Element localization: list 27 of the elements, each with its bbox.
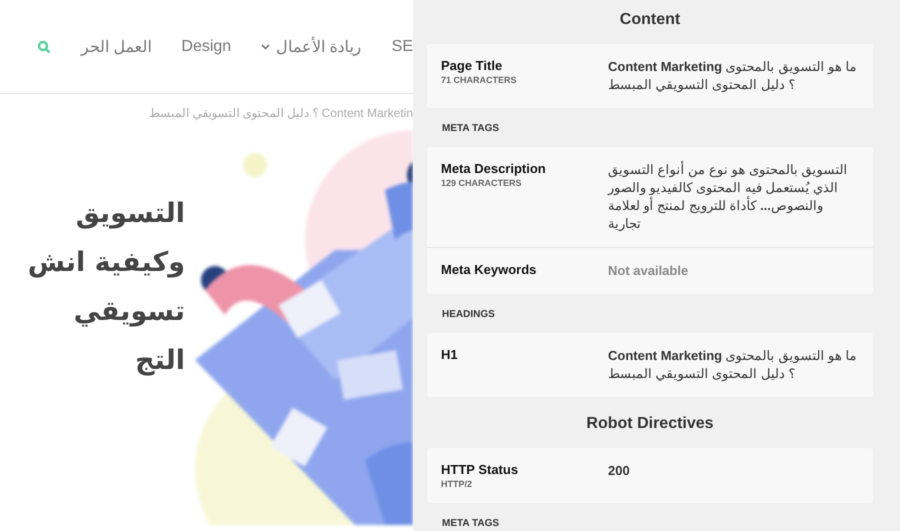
section-title: Content — [618, 10, 682, 30]
field-value: 200 — [608, 462, 631, 480]
field-label: HTTP Status — [441, 462, 520, 477]
nav-link[interactable]: Design — [181, 38, 232, 56]
caret-icon — [261, 44, 270, 50]
group-heading: HEADINGS — [441, 308, 496, 322]
field-label: Meta Keywords — [441, 262, 538, 277]
nav-link[interactable]: العمل الحر — [80, 36, 152, 56]
field-sublabel: 129 CHARACTERS — [441, 178, 523, 188]
field-value: التسويق بالمحتوى هو نوع من أنواع التسويق الذي يُستعمل فيه المحتوى كالفيديو والصور والنصوص... كأداة للترويج لمنتج أو لعلامة تجارية — [608, 161, 849, 233]
group-heading: META TAGS — [441, 517, 500, 531]
section-title: Robot Directives — [585, 414, 715, 434]
hero-heading: وكيفية انش — [26, 247, 185, 278]
field-label: Page Title — [441, 58, 504, 73]
field-sublabel: HTTP/2 — [441, 479, 474, 489]
hero-heading: التسويق — [74, 198, 185, 229]
field-label: Meta Description — [441, 161, 547, 176]
field-sublabel: 71 CHARACTERS — [441, 75, 518, 85]
field-value: Not available — [608, 262, 690, 280]
hero-heading: التج — [134, 345, 185, 376]
breadcrumb: Content Marketin ؟ دليل المحتوى التسويقي المبسط — [148, 105, 413, 122]
nav-link[interactable]: ريادة الأعمال — [261, 36, 362, 56]
nav-link[interactable]: SE — [392, 38, 413, 56]
search-icon[interactable] — [36, 40, 51, 54]
group-heading: META TAGS — [441, 122, 500, 136]
field-label: H1 — [441, 347, 459, 362]
hero-heading: تسويقي — [72, 296, 185, 327]
